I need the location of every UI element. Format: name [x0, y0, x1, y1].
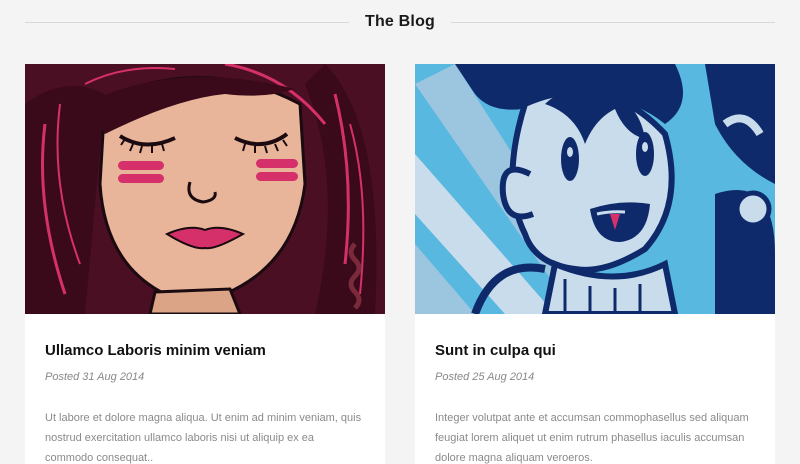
post-title-link[interactable]: Sunt in culpa qui: [435, 342, 755, 360]
post-thumbnail-cartoon[interactable]: [415, 64, 775, 314]
header-rule-right: [451, 21, 776, 23]
blog-card: Ullamco Laboris minim veniam Posted 31 A…: [25, 64, 385, 464]
section-title: The Blog: [364, 13, 436, 30]
post-excerpt: Integer volutpat ante et accumsan commop…: [435, 412, 749, 464]
header-rule-left: [25, 21, 349, 23]
girl-illustration: [25, 64, 385, 314]
post-thumbnail-girl[interactable]: [25, 64, 385, 314]
cartoon-boy-illustration: [415, 64, 775, 314]
post-date: Posted 31 Aug 2014: [45, 371, 145, 383]
post-excerpt: Ut labore et dolore magna aliqua. Ut eni…: [45, 412, 362, 464]
post-title-link[interactable]: Ullamco Laboris minim veniam: [45, 342, 365, 360]
blog-card: Sunt in culpa qui Posted 25 Aug 2014 Int…: [415, 64, 775, 464]
section-header: The Blog: [25, 0, 776, 44]
post-date: Posted 25 Aug 2014: [435, 371, 535, 383]
